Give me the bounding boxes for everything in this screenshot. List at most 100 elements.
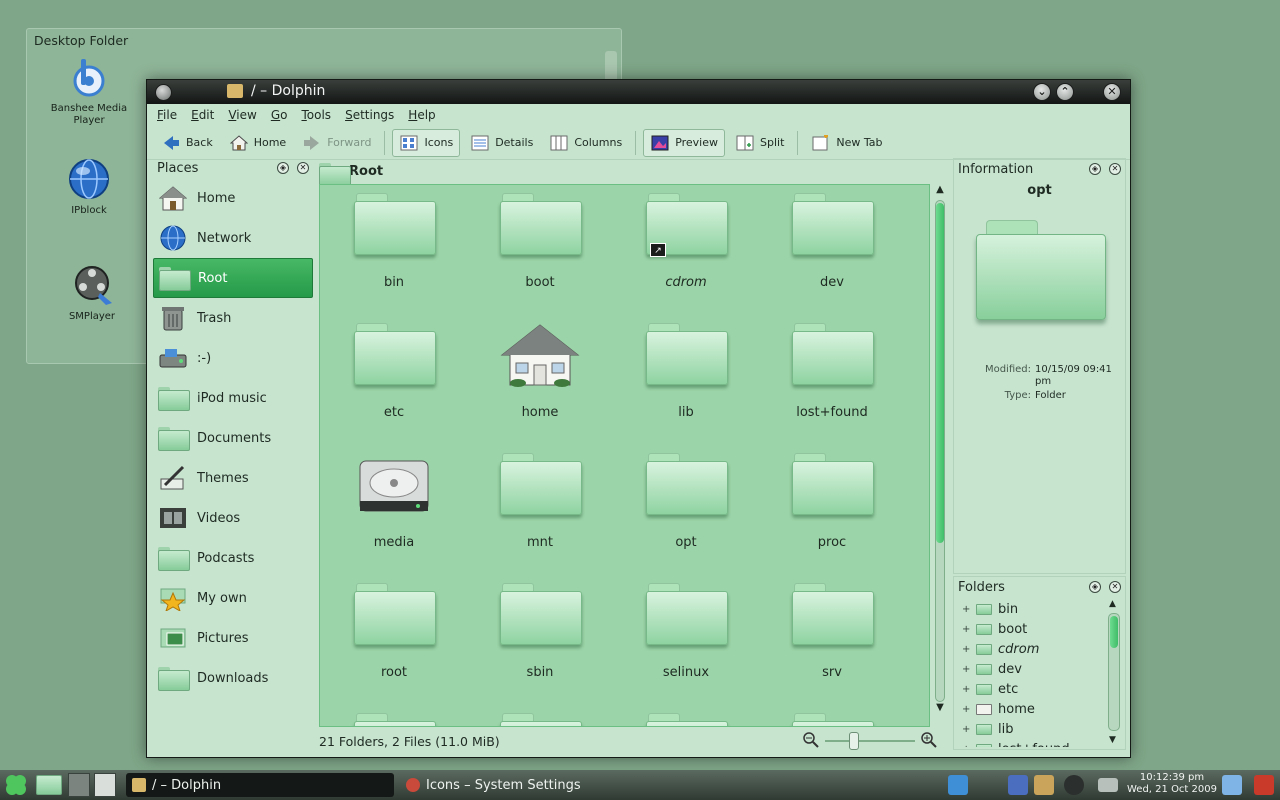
panel-float-button[interactable]: ◈ <box>1089 581 1101 593</box>
tree-node[interactable]: + lost+found <box>954 739 1104 747</box>
file-item-partial[interactable] <box>334 713 454 726</box>
scroll-thumb[interactable] <box>1110 616 1118 648</box>
scroll-down-arrow[interactable]: ▼ <box>934 702 946 714</box>
places-item-home[interactable]: Home <box>153 178 313 218</box>
breadcrumb[interactable]: Root <box>319 160 383 187</box>
tree-node[interactable]: + boot <box>954 619 1104 639</box>
tree-node[interactable]: + bin <box>954 599 1104 619</box>
columns-view-button[interactable]: Columns <box>543 129 628 157</box>
file-view-scrollbar[interactable]: ▲ ▼ <box>932 184 948 727</box>
scroll-track[interactable] <box>1108 613 1120 731</box>
panel-float-button[interactable]: ◈ <box>277 162 289 174</box>
zoom-in-icon[interactable] <box>921 731 937 751</box>
places-item-themes[interactable]: Themes <box>153 458 313 498</box>
places-item-pictures[interactable]: Pictures <box>153 618 313 658</box>
file-item-partial[interactable] <box>480 713 600 726</box>
tree-node[interactable]: + home <box>954 699 1104 719</box>
menu-settings[interactable]: Settings <box>345 108 394 122</box>
places-item-network[interactable]: Network <box>153 218 313 258</box>
tree-node[interactable]: + dev <box>954 659 1104 679</box>
file-item[interactable]: boot <box>480 193 600 290</box>
expand-icon[interactable]: + <box>962 704 970 715</box>
menu-go[interactable]: Go <box>271 108 288 122</box>
power-icon[interactable] <box>1254 775 1274 795</box>
network-monitor-icon[interactable] <box>948 775 968 795</box>
back-button[interactable]: Back <box>155 129 219 157</box>
folder-tree[interactable]: + bin + boot + cdrom + dev + etc + home + lib + lost+fo… <box>954 599 1104 747</box>
zoom-out-icon[interactable] <box>803 731 819 751</box>
maximize-button[interactable]: ⌃ <box>1056 83 1074 101</box>
file-item[interactable]: sbin <box>480 583 600 680</box>
forward-button[interactable]: Forward <box>296 129 377 157</box>
places-item-my-own[interactable]: My own <box>153 578 313 618</box>
file-item[interactable]: home <box>480 323 600 420</box>
scroll-up-arrow[interactable]: ▲ <box>1109 599 1116 609</box>
kde-menu-button[interactable] <box>4 773 28 797</box>
window-menu-button[interactable] <box>155 84 172 101</box>
details-view-button[interactable]: Details <box>464 129 539 157</box>
scroll-up-arrow[interactable]: ▲ <box>934 184 946 196</box>
expand-icon[interactable]: + <box>962 724 970 735</box>
home-button[interactable]: Home <box>223 129 292 157</box>
file-item[interactable]: root <box>334 583 454 680</box>
split-button[interactable]: Split <box>729 129 790 157</box>
file-item[interactable]: ↗ cdrom <box>626 193 746 290</box>
places-item-videos[interactable]: Videos <box>153 498 313 538</box>
places-item-root[interactable]: Root <box>153 258 313 298</box>
desktop-pager-2[interactable] <box>94 773 116 797</box>
zoom-slider[interactable] <box>825 732 915 750</box>
expand-icon[interactable]: + <box>962 684 970 695</box>
tree-node[interactable]: + cdrom <box>954 639 1104 659</box>
panel-close-button[interactable]: ✕ <box>1109 581 1121 593</box>
panel-close-button[interactable]: ✕ <box>1109 163 1121 175</box>
desktop-icon-banshee[interactable]: Banshee Media Player <box>46 55 132 127</box>
icons-view-button[interactable]: Icons <box>392 128 461 157</box>
close-button[interactable]: ✕ <box>1103 83 1121 101</box>
file-item[interactable]: srv <box>772 583 892 680</box>
menu-help[interactable]: Help <box>408 108 435 122</box>
tree-node[interactable]: + etc <box>954 679 1104 699</box>
desktop-icon-smplayer[interactable]: SMPlayer <box>49 263 135 323</box>
menu-view[interactable]: View <box>228 108 256 122</box>
package-icon[interactable] <box>1034 775 1054 795</box>
task-dolphin[interactable]: / – Dolphin <box>126 773 394 797</box>
breadcrumb-root[interactable]: Root <box>349 164 383 179</box>
places-item-ipod-music[interactable]: iPod music <box>153 378 313 418</box>
title-bar[interactable]: / – Dolphin ⌄ ⌃ ✕ <box>147 80 1130 104</box>
expand-icon[interactable]: + <box>962 664 970 675</box>
file-item-partial[interactable] <box>772 713 892 726</box>
new-tab-button[interactable]: New Tab <box>805 129 888 157</box>
places-item-smiley[interactable]: :-) <box>153 338 313 378</box>
zoom-control[interactable] <box>803 730 948 752</box>
expand-icon[interactable]: + <box>962 604 970 615</box>
scroll-track[interactable] <box>935 200 945 702</box>
file-item[interactable]: media <box>334 453 454 550</box>
zoom-slider-handle[interactable] <box>849 732 859 750</box>
tree-node[interactable]: + lib <box>954 719 1104 739</box>
show-desktop-icon[interactable] <box>1222 775 1242 795</box>
expand-icon[interactable]: + <box>962 644 970 655</box>
folder-tree-scrollbar[interactable]: ▲ ▼ <box>1107 599 1121 747</box>
file-item-partial[interactable] <box>626 713 746 726</box>
menu-file[interactable]: File <box>157 108 177 122</box>
menu-edit[interactable]: Edit <box>191 108 214 122</box>
menu-tools[interactable]: Tools <box>301 108 331 122</box>
file-item[interactable]: opt <box>626 453 746 550</box>
mail-icon[interactable] <box>1098 778 1118 792</box>
places-item-trash[interactable]: Trash <box>153 298 313 338</box>
desktop-pager-1[interactable] <box>68 773 90 797</box>
minimize-button[interactable]: ⌄ <box>1033 83 1051 101</box>
file-item[interactable]: selinux <box>626 583 746 680</box>
file-item[interactable]: dev <box>772 193 892 290</box>
task-system-settings[interactable]: Icons – System Settings <box>400 773 670 797</box>
klipper-icon[interactable] <box>1008 775 1028 795</box>
preview-button[interactable]: Preview <box>643 128 726 157</box>
places-item-podcasts[interactable]: Podcasts <box>153 538 313 578</box>
desktop-icon-ipblock[interactable]: IPblock <box>46 157 132 217</box>
file-item[interactable]: bin <box>334 193 454 290</box>
file-item[interactable]: lost+found <box>772 323 892 420</box>
file-view[interactable]: bin boot ↗ cdrom dev etc home lib lost+found medi… <box>319 184 930 727</box>
scroll-thumb[interactable] <box>936 203 944 543</box>
file-item[interactable]: etc <box>334 323 454 420</box>
panel-float-button[interactable]: ◈ <box>1089 163 1101 175</box>
